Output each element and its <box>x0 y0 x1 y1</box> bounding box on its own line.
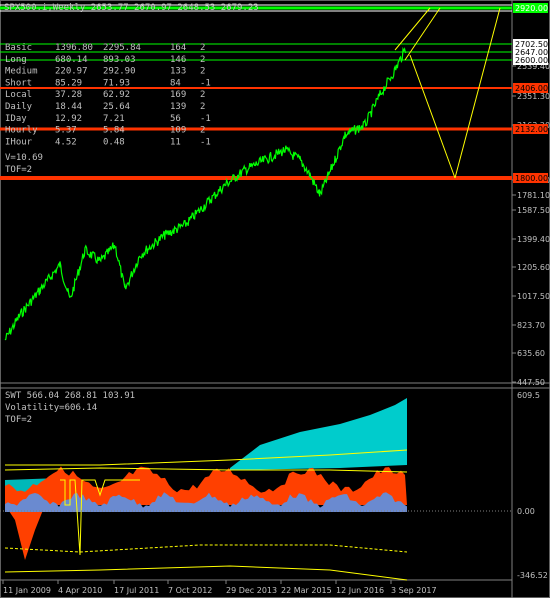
info-name-local: Local <box>5 90 32 100</box>
level-tag-2600[interactable]: 2600.00 <box>515 56 548 65</box>
info-b-daily: 25.64 <box>103 102 130 112</box>
price-tick-label: 635.60 <box>517 349 545 358</box>
price-tick-label: 823.70 <box>517 321 545 330</box>
level-tags[interactable]: 2920.002702.502647.002600.002406.002132.… <box>513 3 548 183</box>
projection-lines <box>394 7 501 179</box>
time-axis: 11 Jan 2009 4 Apr 2010 17 Jul 2011 7 Oct 20… <box>2 580 437 595</box>
info-b-long: 893.03 <box>103 55 136 65</box>
info-d-ihour: -1 <box>200 137 211 147</box>
info-d-hourly: 2 <box>200 126 205 136</box>
time-tick-label: 11 Jan 2009 <box>3 586 51 595</box>
info-c-daily: 139 <box>170 102 186 112</box>
time-tick-label: 7 Oct 2012 <box>168 586 212 595</box>
info-name-basic: Basic <box>5 43 32 53</box>
symbol-header: SPX500.i,Weekly 2653.77 2670.97 2648.53 … <box>4 3 259 13</box>
info-c-basic: 164 <box>170 43 186 53</box>
info-name-medium: Medium <box>5 67 38 77</box>
projection-line-2[interactable] <box>454 7 501 179</box>
info-b-local: 62.92 <box>103 90 130 100</box>
chart-canvas[interactable]: SPX500.i,Weekly 2653.77 2670.97 2648.53 … <box>0 0 550 598</box>
info-table: Basic 1396.80 2295.84 164 2 Long 680.14 893.03 1… <box>5 43 211 147</box>
info-c-ihour: 11 <box>170 137 181 147</box>
price-tick-label: 1205.60 <box>517 263 550 272</box>
info-d-long: 2 <box>200 55 205 65</box>
info-name-iday: IDay <box>5 114 27 124</box>
swt-cyan-area <box>230 398 407 470</box>
time-tick-label: 12 Jun 2016 <box>336 586 384 595</box>
info-b-hourly: 5.84 <box>103 126 125 136</box>
swt-red-dip <box>5 505 45 560</box>
time-tick-label: 3 Sep 2017 <box>391 586 437 595</box>
level-tag-2920[interactable]: 2920.00 <box>515 4 548 13</box>
info-a-short: 85.29 <box>55 78 82 88</box>
swt-indicator <box>0 398 512 581</box>
info-a-iday: 12.92 <box>55 114 82 124</box>
info-name-long: Long <box>5 55 27 65</box>
info-b-ihour: 0.48 <box>103 137 125 147</box>
sub-axis-label: 0.00 <box>517 507 535 516</box>
level-tag-2406[interactable]: 2406.00 <box>515 84 548 93</box>
info-a-hourly: 5.37 <box>55 126 77 136</box>
info-a-local: 37.28 <box>55 90 82 100</box>
info-d-local: 2 <box>200 90 205 100</box>
volatility-label: Volatility=606.14 <box>5 403 97 413</box>
swt-band-1 <box>4 467 408 473</box>
info-d-iday: -1 <box>200 114 211 124</box>
price-tick-label: 2351.30 <box>517 92 550 101</box>
info-d-medium: 2 <box>200 67 205 77</box>
sub-axis-label: 609.5 <box>517 391 540 400</box>
info-a-long: 680.14 <box>55 55 88 65</box>
info-b-medium: 292.90 <box>103 67 136 77</box>
info-c-short: 84 <box>170 78 181 88</box>
price-tick-label: 1781.10 <box>517 191 550 200</box>
info-a-ihour: 4.52 <box>55 137 77 147</box>
info-a-basic: 1396.80 <box>55 43 93 53</box>
swt-values: SWT 566.04 268.81 103.91 <box>5 391 135 401</box>
info-a-daily: 18.44 <box>55 102 82 112</box>
sub-axis: 609.5 0.00 -346.52 <box>517 391 548 580</box>
time-tick-label: 22 Mar 2015 <box>281 586 332 595</box>
time-tick-label: 17 Jul 2011 <box>114 586 159 595</box>
projection-line-1[interactable] <box>409 54 456 179</box>
info-d-basic: 2 <box>200 43 205 53</box>
price-tick-label: 1017.50 <box>517 292 550 301</box>
level-tag-2132[interactable]: 2132.00 <box>515 125 548 134</box>
info-c-medium: 133 <box>170 67 186 77</box>
sub-tof-label: TOF=2 <box>5 415 32 425</box>
swt-band-2 <box>4 544 408 553</box>
price-tick-label: 1587.50 <box>517 206 550 215</box>
tof-label: TOF=2 <box>5 165 32 175</box>
info-b-short: 71.93 <box>103 78 130 88</box>
info-name-short: Short <box>5 78 32 88</box>
price-tick-label: 1399.40 <box>517 235 550 244</box>
price-tick-label: 447.50 <box>517 378 545 387</box>
info-c-iday: 56 <box>170 114 181 124</box>
time-tick-label: 4 Apr 2010 <box>58 586 102 595</box>
info-name-hourly: Hourly <box>5 126 38 136</box>
time-tick-label: 29 Dec 2013 <box>226 586 277 595</box>
info-b-iday: 7.21 <box>103 114 125 124</box>
info-name-daily: Daily <box>5 102 33 112</box>
info-a-medium: 220.97 <box>55 67 88 77</box>
info-c-long: 146 <box>170 55 186 65</box>
info-c-local: 169 <box>170 90 186 100</box>
price-axis: 2539.402351.302163.201969.401781.101587.… <box>512 62 550 387</box>
info-d-daily: 2 <box>200 102 205 112</box>
info-b-basic: 2295.84 <box>103 43 141 53</box>
info-c-hourly: 109 <box>170 126 186 136</box>
level-tag-1800[interactable]: 1800.00 <box>515 174 548 183</box>
swt-band-3 <box>4 565 408 581</box>
sub-axis-label: -346.52 <box>517 571 548 580</box>
v-label: V=10.69 <box>5 153 43 163</box>
info-d-short: -1 <box>200 78 211 88</box>
info-name-ihour: IHour <box>5 137 33 147</box>
